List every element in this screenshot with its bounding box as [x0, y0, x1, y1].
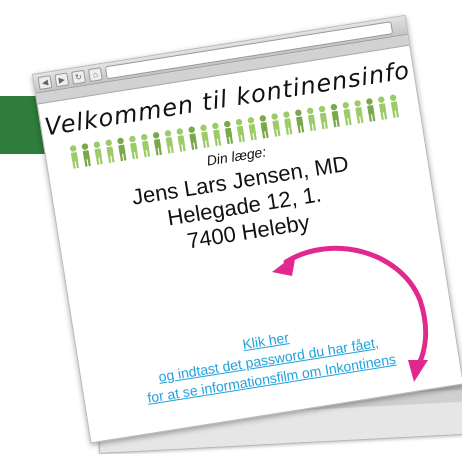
search-field[interactable]	[402, 25, 406, 26]
back-icon[interactable]: ◀	[37, 74, 53, 90]
home-icon[interactable]: ⌂	[87, 66, 103, 82]
forward-icon[interactable]: ▶	[54, 71, 70, 87]
main-browser-window: ◀ ▶ ↻ ⌂ Velkommen til kontinensinfo Din …	[32, 14, 462, 444]
reload-icon[interactable]: ↻	[71, 69, 86, 85]
